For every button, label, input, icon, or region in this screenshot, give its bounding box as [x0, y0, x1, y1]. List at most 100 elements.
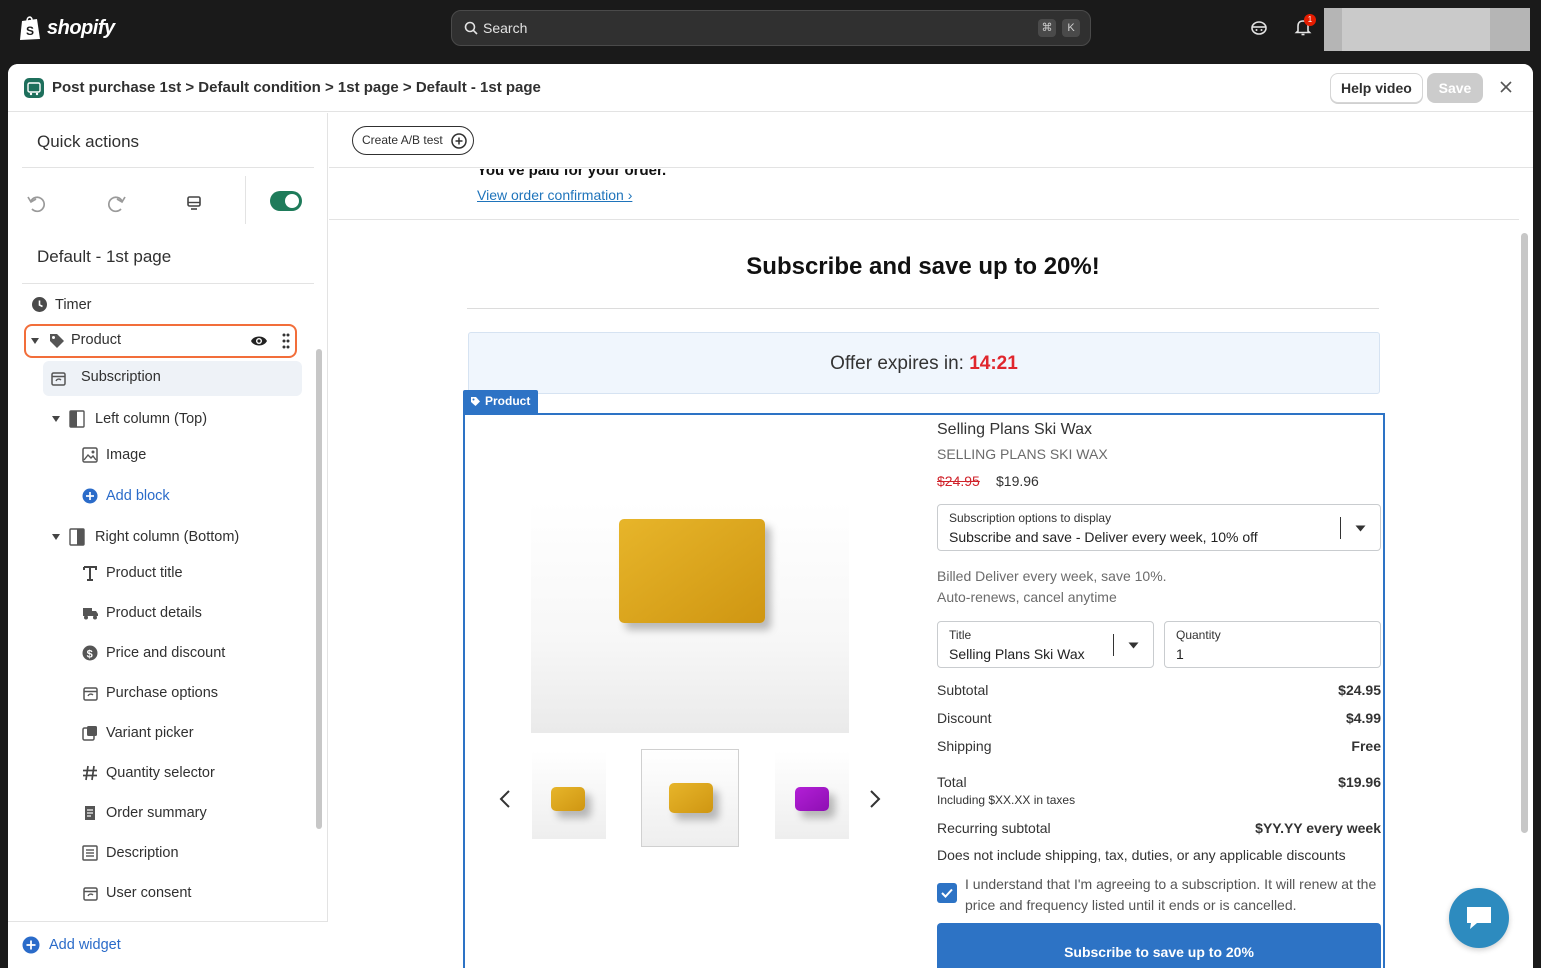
sale-price: $19.96 [996, 473, 1039, 489]
variant-title-select[interactable]: Title Selling Plans Ski Wax [937, 621, 1154, 668]
chat-launcher-button[interactable] [1449, 888, 1509, 948]
consent-checkbox[interactable] [937, 883, 957, 903]
product-block[interactable]: Selling Plans Ski Wax SELLING PLANS SKI … [463, 413, 1385, 968]
editor-header: Post purchase 1st > Default condition > … [8, 64, 1533, 112]
subscribe-button[interactable]: Subscribe to save up to 20% [937, 923, 1381, 968]
editor-modal: Post purchase 1st > Default condition > … [8, 64, 1533, 968]
add-widget-button[interactable]: Add widget [22, 936, 222, 956]
paid-message: You've paid for your order. [477, 169, 667, 179]
compare-at-price: $24.95 [937, 473, 980, 489]
tree-item-label: Image [106, 447, 147, 463]
search-input[interactable]: Search ⌘ K [451, 10, 1091, 46]
tree-item-purchase-options[interactable]: Purchase options [82, 685, 292, 705]
billing-info: Billed Deliver every week, save 10%. Aut… [937, 566, 1167, 608]
view-order-link[interactable]: View order confirmation › [477, 187, 632, 203]
visibility-toggle[interactable] [270, 191, 302, 211]
list-icon [82, 845, 98, 861]
summary-value: Free [1351, 738, 1381, 754]
tree-item-order-summary[interactable]: Order summary [82, 805, 292, 825]
sidebar: Quick actions Default - 1st page Timer P… [8, 113, 328, 968]
product-title[interactable]: Selling Plans Ski Wax [937, 421, 1092, 439]
tree-item-left-column[interactable]: Left column (Top) [51, 410, 301, 430]
account-menu[interactable] [1324, 8, 1530, 51]
caret-down-icon[interactable] [30, 337, 40, 345]
subscription-icon [83, 887, 98, 901]
svg-text:$: $ [87, 648, 93, 660]
tree-item-product-title[interactable]: Product title [82, 565, 292, 585]
quantity-label: Quantity [1176, 628, 1221, 642]
store-icon[interactable] [1250, 18, 1268, 36]
thumbnail-2-selected[interactable] [641, 749, 739, 847]
tag-icon [50, 334, 64, 348]
shopify-wordmark: shopify [47, 16, 115, 39]
desktop-preview-icon[interactable] [185, 194, 203, 212]
redo-icon[interactable] [105, 192, 127, 214]
thumbnail-3[interactable] [775, 751, 849, 839]
subscription-options-select[interactable]: Subscription options to display Subscrib… [937, 504, 1381, 551]
tree-item-product-details[interactable]: Product details [82, 605, 292, 625]
thumbnail-image [669, 783, 713, 813]
tree-item-right-column[interactable]: Right column (Bottom) [51, 528, 301, 548]
search-placeholder: Search [483, 20, 528, 36]
wax-bar-image [619, 519, 765, 623]
quantity-field[interactable]: Quantity 1 [1164, 621, 1381, 668]
kbd-k: K [1062, 19, 1080, 37]
add-block-button[interactable]: Add block [82, 488, 292, 508]
chevron-left-icon[interactable] [499, 789, 511, 809]
svg-text:S: S [26, 24, 34, 38]
tree-item-label: Description [106, 845, 179, 861]
thumbnail-image [551, 787, 585, 811]
kbd-cmd: ⌘ [1038, 19, 1056, 37]
tree-item-label: Right column (Bottom) [95, 529, 240, 545]
undo-icon[interactable] [26, 192, 48, 214]
disclaimer-text: Does not include shipping, tax, duties, … [937, 847, 1346, 863]
chevron-right-icon[interactable] [869, 789, 881, 809]
tree-item-quantity-selector[interactable]: Quantity selector [82, 765, 292, 785]
thumbnail-1[interactable] [532, 751, 606, 839]
tree-item-variant-picker[interactable]: Variant picker [82, 725, 292, 745]
divider [245, 176, 246, 224]
select-label: Subscription options to display [949, 511, 1112, 525]
tree-item-label: Order summary [106, 805, 207, 821]
shopify-logo[interactable]: S shopify [19, 15, 115, 41]
offer-headline[interactable]: Subscribe and save up to 20%! [467, 253, 1379, 281]
drag-handle-icon[interactable] [282, 333, 290, 349]
preview-canvas: Create A/B test You've paid for your ord… [329, 113, 1533, 968]
text-icon [83, 566, 97, 581]
timer-widget[interactable]: Offer expires in: 14:21 [468, 332, 1380, 394]
caret-down-icon[interactable] [51, 533, 61, 541]
select-divider [1113, 634, 1114, 656]
tree-item-product[interactable]: Product [24, 324, 297, 358]
caret-down-icon[interactable] [51, 415, 61, 423]
billing-line-1: Billed Deliver every week, save 10%. [937, 568, 1167, 584]
save-button[interactable]: Save [1427, 73, 1483, 103]
close-icon[interactable] [1498, 79, 1514, 95]
select-label: Title [949, 628, 972, 642]
tree-item-subscription[interactable]: Subscription [43, 361, 302, 396]
product-image[interactable] [531, 501, 849, 733]
tree-item-description[interactable]: Description [82, 845, 292, 865]
help-video-button[interactable]: Help video [1330, 73, 1423, 103]
tree-item-label: Subscription [81, 369, 161, 385]
tree-item-user-consent[interactable]: User consent [82, 885, 292, 905]
summary-value: $19.96 [1338, 774, 1381, 790]
breadcrumb: Post purchase 1st > Default condition > … [52, 79, 541, 96]
quantity-value: 1 [1176, 646, 1184, 662]
tree-item-label: Left column (Top) [95, 411, 208, 427]
checkmark-icon [941, 888, 953, 898]
tree-item-image[interactable]: Image [82, 447, 292, 467]
tag-icon [471, 397, 480, 406]
product-block-tag[interactable]: Product [463, 390, 539, 413]
summary-label: Total [937, 774, 967, 790]
summary-label: Recurring subtotal [937, 820, 1051, 836]
create-ab-test-button[interactable]: Create A/B test [352, 126, 474, 155]
preview-scrollbar[interactable] [1521, 233, 1528, 833]
app-icon [24, 78, 44, 98]
sidebar-scrollbar[interactable] [316, 349, 322, 829]
divider [467, 308, 1379, 309]
tree-item-price-discount[interactable]: $ Price and discount [82, 645, 292, 665]
tree-item-timer[interactable]: Timer [31, 296, 291, 316]
subscription-icon [83, 687, 98, 701]
tree-item-label: Timer [55, 297, 92, 313]
eye-icon[interactable] [250, 334, 268, 348]
